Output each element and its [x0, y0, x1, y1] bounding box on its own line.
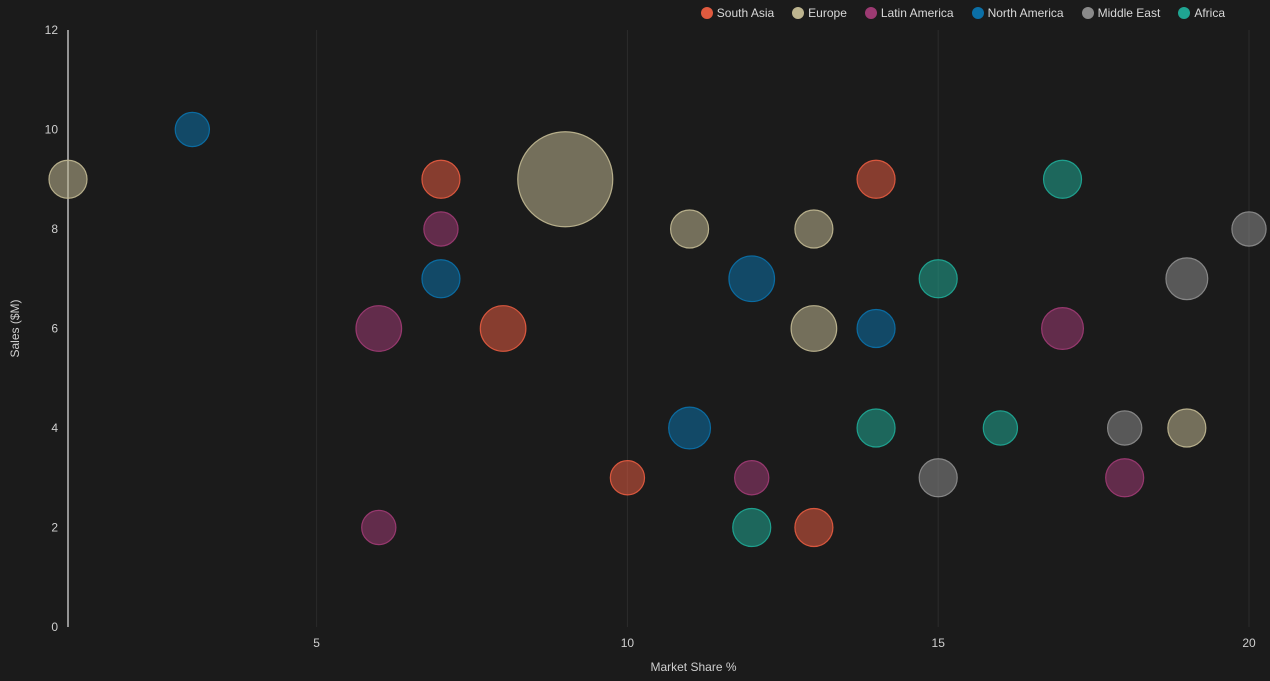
legend-item-north-america[interactable]: North America [971, 6, 1064, 20]
x-tick-label: 20 [1242, 636, 1256, 650]
x-tick-label: 5 [313, 636, 320, 650]
bubble-north-america [668, 406, 712, 450]
bubble-latin-america [734, 460, 770, 496]
bubble-south-asia [421, 159, 461, 199]
legend-item-africa[interactable]: Africa [1178, 6, 1225, 20]
bubble-europe [790, 305, 838, 352]
y-axis-label: Sales ($M) [8, 299, 22, 357]
bubble-north-america [856, 308, 896, 349]
y-tick-label: 6 [51, 322, 58, 336]
bubble-latin-america [1041, 307, 1085, 351]
legend-label: Africa [1194, 6, 1225, 20]
y-tick-label: 12 [45, 23, 59, 37]
y-tick-label: 2 [51, 521, 58, 535]
legend-swatch-icon [864, 7, 877, 19]
y-tick-label: 0 [51, 620, 58, 634]
legend-item-south-asia[interactable]: South Asia [700, 6, 775, 20]
bubble-latin-america [361, 509, 397, 546]
bubble-latin-america [1105, 458, 1145, 498]
bubble-north-america [728, 255, 776, 303]
legend-item-middle-east[interactable]: Middle East [1081, 6, 1161, 20]
x-tick-label: 10 [621, 636, 635, 650]
x-tick-label: 15 [932, 636, 946, 650]
legend-swatch-icon [1178, 7, 1191, 19]
chart-legend: South Asia Europe Latin America North Ameri… [700, 6, 1225, 20]
bubble-south-asia [609, 460, 646, 496]
bubble-europe [794, 209, 834, 249]
bubble-middle-east [1165, 257, 1209, 301]
legend-label: Europe [808, 6, 847, 20]
bubble-africa [1042, 159, 1083, 199]
legend-swatch-icon [792, 7, 805, 19]
bubble-europe [517, 131, 614, 228]
legend-label: South Asia [716, 6, 775, 20]
legend-label: Middle East [1097, 6, 1161, 20]
y-tick-label: 8 [51, 222, 58, 236]
bubble-europe [1167, 408, 1207, 448]
bubble-africa [856, 408, 896, 448]
bubble-africa [732, 507, 772, 548]
chart-svg: 0 2 4 6 8 10 12 5 10 15 20 Market Share % Sales ($M) [8, 23, 1267, 674]
legend-item-latin-america[interactable]: Latin America [864, 6, 954, 20]
bubble-south-asia [856, 159, 896, 199]
bubble-europe [48, 159, 88, 199]
x-axis-label: Market Share % [650, 660, 736, 674]
bubble-latin-america [423, 211, 459, 247]
legend-item-europe[interactable]: Europe [792, 6, 847, 20]
bubble-north-america [421, 259, 461, 299]
bubble-south-asia [794, 507, 834, 548]
y-tick-label: 10 [45, 123, 59, 137]
legend-label: North America [987, 6, 1064, 20]
legend-label: Latin America [880, 6, 954, 20]
legend-swatch-icon [700, 7, 713, 19]
legend-swatch-icon [971, 7, 984, 19]
bubble-europe [669, 209, 710, 249]
bubble-africa [982, 410, 1019, 446]
y-tick-label: 4 [51, 421, 58, 435]
bubble-middle-east [1106, 410, 1143, 446]
legend-swatch-icon [1081, 7, 1094, 19]
bubble-middle-east [1231, 211, 1267, 247]
bubble-south-asia [479, 305, 527, 352]
bubble-north-america [174, 111, 211, 148]
bubble-latin-america [355, 305, 403, 352]
bubble-chart: South Asia Europe Latin America North Ameri… [0, 0, 1270, 681]
bubble-africa [918, 259, 958, 299]
bubble-middle-east [918, 458, 958, 498]
